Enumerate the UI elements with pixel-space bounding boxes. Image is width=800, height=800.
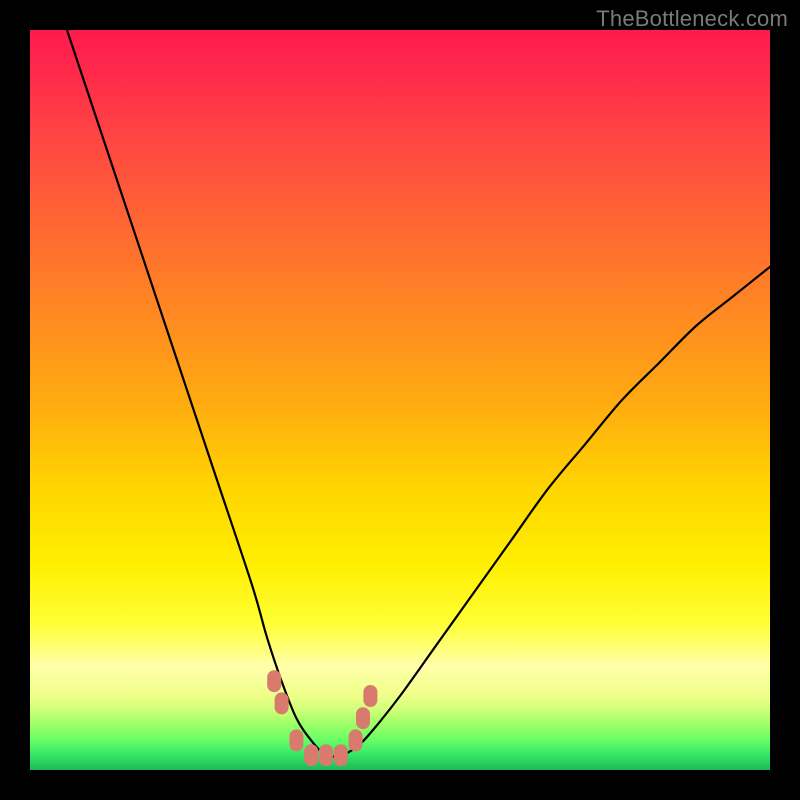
- optimal-marker-dot: [319, 744, 333, 766]
- optimal-marker-dot: [334, 744, 348, 766]
- optimal-marker-dot: [349, 729, 363, 751]
- chart-frame: TheBottleneck.com: [0, 0, 800, 800]
- optimal-marker-dot: [356, 707, 370, 729]
- optimal-marker-dot: [289, 729, 303, 751]
- watermark-text: TheBottleneck.com: [596, 6, 788, 32]
- plot-area: [30, 30, 770, 770]
- optimal-marker-dot: [363, 685, 377, 707]
- optimal-marker-dot: [267, 670, 281, 692]
- optimal-marker-dot: [304, 744, 318, 766]
- chart-svg: [30, 30, 770, 770]
- optimal-marker-dot: [275, 692, 289, 714]
- bottleneck-curve-path: [67, 30, 770, 757]
